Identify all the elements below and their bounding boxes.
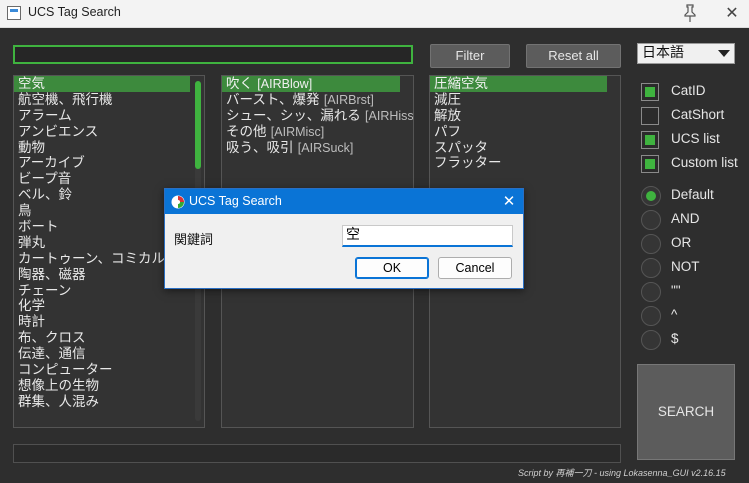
list-item[interactable]: 布、クロス (14, 330, 204, 346)
credit-text: Script by 再補一刀 - using Lokasenna_GUI v2.… (518, 468, 726, 478)
checkbox-box[interactable] (641, 131, 659, 149)
search-button[interactable]: SEARCH (637, 364, 735, 460)
list-item-name: 吹く (226, 76, 253, 92)
list-item-name: 吸う、吸引 (226, 139, 294, 156)
list-item[interactable]: 動物 (14, 140, 204, 156)
list-item-tag: [AIRBlow] (257, 77, 313, 91)
ok-button[interactable]: OK (355, 257, 429, 279)
keyword-label: 関鍵詞 (174, 233, 214, 248)
radio-button[interactable] (641, 306, 661, 326)
radio-label: NOT (671, 259, 700, 274)
list-item[interactable]: スパッタ (430, 140, 620, 156)
list-item[interactable]: シュー、シッ、漏れる [AIRHiss] (222, 108, 413, 124)
list-item[interactable]: パフ (430, 124, 620, 140)
list-item-tag: [AIRHiss] (365, 108, 414, 123)
list-item[interactable]: 圧縮空気 (430, 76, 607, 92)
checkbox-label: Custom list (671, 155, 738, 170)
list-item[interactable]: 航空機、飛行機 (14, 92, 204, 108)
radio-button[interactable] (641, 258, 661, 278)
reset-all-button[interactable]: Reset all (526, 44, 621, 68)
app-icon (7, 6, 21, 20)
list-item[interactable]: フラッター (430, 155, 620, 172)
status-field[interactable] (13, 444, 621, 463)
list-item-tag: [AIRBrst] (323, 92, 374, 107)
app-logo-icon (171, 194, 185, 209)
list-item[interactable]: 時計 (14, 314, 204, 330)
list-item[interactable]: アーカイブ (14, 155, 204, 172)
scrollbar-thumb[interactable] (195, 81, 201, 169)
radio-label: Default (671, 187, 714, 202)
chevron-down-icon (718, 50, 730, 57)
list-item[interactable]: 想像上の生物 (14, 378, 204, 394)
language-select[interactable]: 日本語 (637, 43, 735, 64)
radio-label: OR (671, 235, 692, 250)
list-item[interactable]: 群集、人混み (14, 394, 204, 410)
checkbox-box[interactable] (641, 83, 659, 101)
radio-label: AND (671, 211, 700, 226)
checkbox-label: CatShort (671, 107, 725, 122)
list-item-name: シュー、シッ、漏れる (226, 107, 361, 124)
pin-icon[interactable] (681, 3, 699, 23)
list-item-tag: [AIRSuck] (297, 140, 354, 155)
list-item[interactable]: 減圧 (430, 92, 620, 108)
list-item[interactable]: 化学 (14, 298, 204, 315)
radio-button[interactable] (641, 210, 661, 230)
list-item[interactable]: バースト、爆発 [AIRBrst] (222, 92, 413, 108)
cancel-button[interactable]: Cancel (438, 257, 512, 279)
list-item-tag: [AIRMisc] (270, 124, 325, 139)
checkbox-label: CatID (671, 83, 706, 98)
list-item[interactable]: ビープ音 (14, 171, 204, 187)
list-item[interactable]: アンビエンス (14, 124, 204, 140)
language-select-value: 日本語 (642, 45, 684, 61)
list-item[interactable]: 伝達、通信 (14, 346, 204, 362)
list-item[interactable]: 解放 (430, 108, 620, 124)
radio-label: $ (671, 331, 679, 346)
radio-button[interactable] (641, 234, 661, 254)
checkbox-box[interactable] (641, 107, 659, 125)
dialog-titlebar: UCS Tag Search ✕ (165, 189, 523, 214)
close-icon[interactable]: ✕ (723, 4, 741, 22)
filter-button[interactable]: Filter (430, 44, 510, 68)
radio-label: ^ (671, 307, 678, 322)
radio-label: "" (671, 283, 681, 298)
close-icon[interactable]: ✕ (501, 192, 517, 210)
radio-button[interactable] (641, 186, 661, 206)
list-item[interactable]: 吸う、吸引 [AIRSuck] (222, 140, 413, 156)
list-item[interactable]: 吹く [AIRBlow] (222, 76, 400, 92)
checkbox-box[interactable] (641, 155, 659, 173)
checkbox-label: UCS list (671, 131, 720, 146)
list-item[interactable]: コンピューター (14, 362, 204, 378)
window-titlebar: UCS Tag Search ✕ (0, 0, 749, 28)
list-item-name: その他 (226, 123, 267, 140)
list-item[interactable]: アラーム (14, 108, 204, 124)
keyword-dialog: UCS Tag Search ✕ 関鍵詞 空 OK Cancel (164, 188, 524, 289)
radio-button[interactable] (641, 282, 661, 302)
dialog-title: UCS Tag Search (189, 194, 282, 208)
list-item[interactable]: 空気 (14, 76, 190, 92)
radio-button[interactable] (641, 330, 661, 350)
keyword-input[interactable]: 空 (342, 225, 513, 247)
filter-input[interactable] (13, 45, 413, 64)
window-title: UCS Tag Search (28, 5, 121, 19)
list-item[interactable]: その他 [AIRMisc] (222, 124, 413, 140)
list-item-name: バースト、爆発 (226, 91, 320, 108)
